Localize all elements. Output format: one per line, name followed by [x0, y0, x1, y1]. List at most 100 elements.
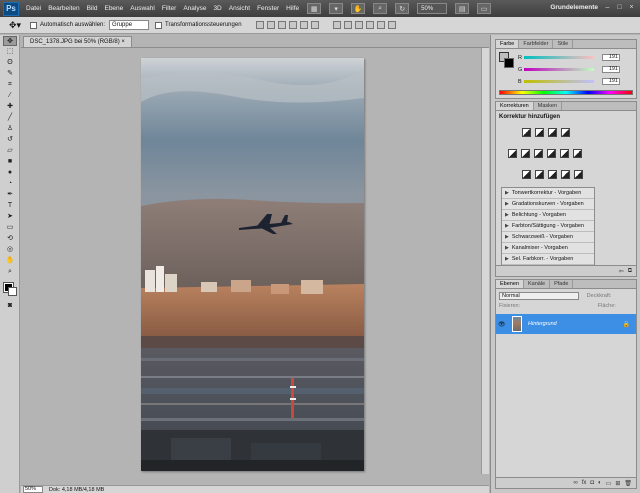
curves-icon[interactable] [548, 128, 557, 137]
auto-select-dropdown[interactable]: Gruppe [109, 20, 150, 30]
healing-brush-tool-icon[interactable]: ✚ [3, 102, 17, 112]
document-tab[interactable]: DSC_1378.JPG bei 50% (RGB/8) × [23, 36, 132, 47]
menu-bild[interactable]: Bild [87, 5, 98, 12]
preset-item[interactable]: ▶ Kanalmixer - Vorgaben [502, 243, 594, 254]
new-adjustment-icon[interactable]: ◐ [598, 480, 602, 486]
layer-style-icon[interactable]: fx [582, 480, 587, 486]
dodge-tool-icon[interactable]: ◔ [3, 179, 17, 189]
color-panel-background[interactable] [504, 58, 514, 68]
brush-tool-icon[interactable]: ╱ [3, 113, 17, 123]
tab-ebenen[interactable]: Ebenen [496, 280, 524, 288]
pen-tool-icon[interactable]: ✒ [3, 190, 17, 200]
type-tool-icon[interactable]: T [3, 201, 17, 211]
quick-select-tool-icon[interactable]: ✎ [3, 69, 17, 79]
menu-3d[interactable]: 3D [213, 5, 221, 12]
preset-item[interactable]: ▶ Schwarzweiß - Vorgaben [502, 232, 594, 243]
blend-mode-select[interactable]: Normal [499, 292, 579, 300]
path-selection-tool-icon[interactable]: ➤ [3, 212, 17, 222]
posterize-icon[interactable] [535, 170, 544, 179]
menu-analyse[interactable]: Analyse [183, 5, 206, 12]
tab-korrekturen[interactable]: Korrekturen [496, 102, 534, 110]
zoom-tool-icon[interactable]: ⌕ [3, 267, 17, 277]
layer-name[interactable]: Hintergrund [528, 321, 557, 327]
distribute-left-icon[interactable] [365, 21, 374, 29]
layer-row-hintergrund[interactable]: 👁 Hintergrund 🔒 [496, 314, 636, 334]
red-value-field[interactable]: 191 [602, 54, 620, 61]
tab-farbfelder[interactable]: Farbfelder [519, 40, 554, 48]
gradient-tool-icon[interactable]: ■ [3, 157, 17, 167]
menu-ansicht[interactable]: Ansicht [229, 5, 250, 12]
selective-color-icon[interactable] [574, 170, 583, 179]
new-layer-icon[interactable]: ⊞ [615, 480, 620, 487]
hand-tool-icon[interactable]: ✋ [3, 256, 17, 266]
lasso-tool-icon[interactable]: ʘ [3, 58, 17, 68]
align-right-icon[interactable] [310, 21, 319, 29]
menu-filter[interactable]: Filter [162, 5, 176, 12]
align-top-icon[interactable] [255, 21, 264, 29]
menu-bearbeiten[interactable]: Bearbeiten [48, 5, 79, 12]
photo-filter-icon[interactable] [560, 149, 569, 158]
tab-kanaele[interactable]: Kanäle [524, 280, 551, 288]
3d-orbit-tool-icon[interactable]: ◎ [3, 245, 17, 255]
rotate-view-icon[interactable]: ↻ [395, 3, 410, 14]
distribute-bottom-icon[interactable] [354, 21, 363, 29]
add-mask-icon[interactable]: ◘ [590, 480, 594, 486]
photo-canvas-image[interactable] [141, 58, 364, 471]
canvas[interactable] [21, 47, 489, 474]
bridge-icon[interactable]: ▦ [307, 3, 322, 14]
eyedropper-tool-icon[interactable]: ⁄ [3, 91, 17, 101]
clone-stamp-tool-icon[interactable]: ♙ [3, 124, 17, 134]
screen-mode-icon[interactable]: ▭ [477, 3, 492, 14]
hand-tool-icon[interactable]: ✋ [351, 3, 366, 14]
menu-ebene[interactable]: Ebene [104, 5, 123, 12]
invert-icon[interactable] [522, 170, 531, 179]
vertical-scrollbar[interactable] [481, 48, 489, 474]
brightness-contrast-icon[interactable] [522, 128, 531, 137]
black-white-icon[interactable] [547, 149, 556, 158]
align-left-icon[interactable] [288, 21, 297, 29]
distribute-top-icon[interactable] [332, 21, 341, 29]
distribute-right-icon[interactable] [387, 21, 396, 29]
vibrance-icon[interactable] [508, 149, 517, 158]
red-slider-track[interactable] [524, 56, 594, 59]
shape-tool-icon[interactable]: ▭ [3, 223, 17, 233]
maximize-icon[interactable]: □ [615, 4, 624, 12]
align-vcenter-icon[interactable] [266, 21, 275, 29]
return-to-list-icon[interactable]: ⇦ [619, 268, 624, 275]
auto-select-checkbox[interactable] [30, 21, 37, 29]
align-bottom-icon[interactable] [277, 21, 286, 29]
blue-slider-track[interactable] [524, 80, 594, 83]
marquee-tool-icon[interactable]: ⬚ [3, 47, 17, 57]
move-tool-icon[interactable]: ✥ [3, 36, 17, 46]
workspace-switcher[interactable]: Grundelemente [550, 4, 598, 11]
preset-item[interactable]: ▶ Tonwertkorrektur - Vorgaben [502, 188, 594, 199]
arrange-documents-icon[interactable]: ▤ [455, 3, 470, 14]
preset-item[interactable]: ▶ Sel. Farbkorr. - Vorgaben [502, 254, 594, 265]
move-tool-preset-icon[interactable]: ✥▾ [6, 19, 24, 31]
transform-controls-checkbox[interactable] [155, 21, 163, 29]
quick-mask-icon[interactable]: ◙ [3, 301, 17, 311]
menu-hilfe[interactable]: Hilfe [286, 5, 299, 12]
preset-item[interactable]: ▶ Belichtung - Vorgaben [502, 210, 594, 221]
menu-fenster[interactable]: Fenster [257, 5, 279, 12]
green-value-field[interactable]: 191 [602, 66, 620, 73]
green-slider-track[interactable] [524, 68, 594, 71]
menu-auswahl[interactable]: Auswahl [130, 5, 155, 12]
tab-pfade[interactable]: Pfade [550, 280, 574, 288]
align-hcenter-icon[interactable] [299, 21, 308, 29]
blue-value-field[interactable]: 191 [602, 78, 620, 85]
tab-masken[interactable]: Masken [534, 102, 563, 110]
color-swatches[interactable] [2, 281, 18, 297]
preset-item[interactable]: ▶ Farbton/Sättigung - Vorgaben [502, 221, 594, 232]
layer-visibility-eye-icon[interactable]: 👁 [498, 321, 508, 328]
clip-to-layer-icon[interactable]: ⧉ [628, 268, 632, 275]
channel-mixer-icon[interactable] [573, 149, 582, 158]
blur-tool-icon[interactable]: ● [3, 168, 17, 178]
zoom-level-select[interactable]: 50% [417, 3, 448, 14]
minimize-icon[interactable]: – [603, 4, 612, 12]
distribute-vcenter-icon[interactable] [343, 21, 352, 29]
hue-saturation-icon[interactable] [521, 149, 530, 158]
history-brush-tool-icon[interactable]: ↺ [3, 135, 17, 145]
menu-datei[interactable]: Datei [26, 5, 41, 12]
extras-icon[interactable]: ▾ [329, 3, 344, 14]
